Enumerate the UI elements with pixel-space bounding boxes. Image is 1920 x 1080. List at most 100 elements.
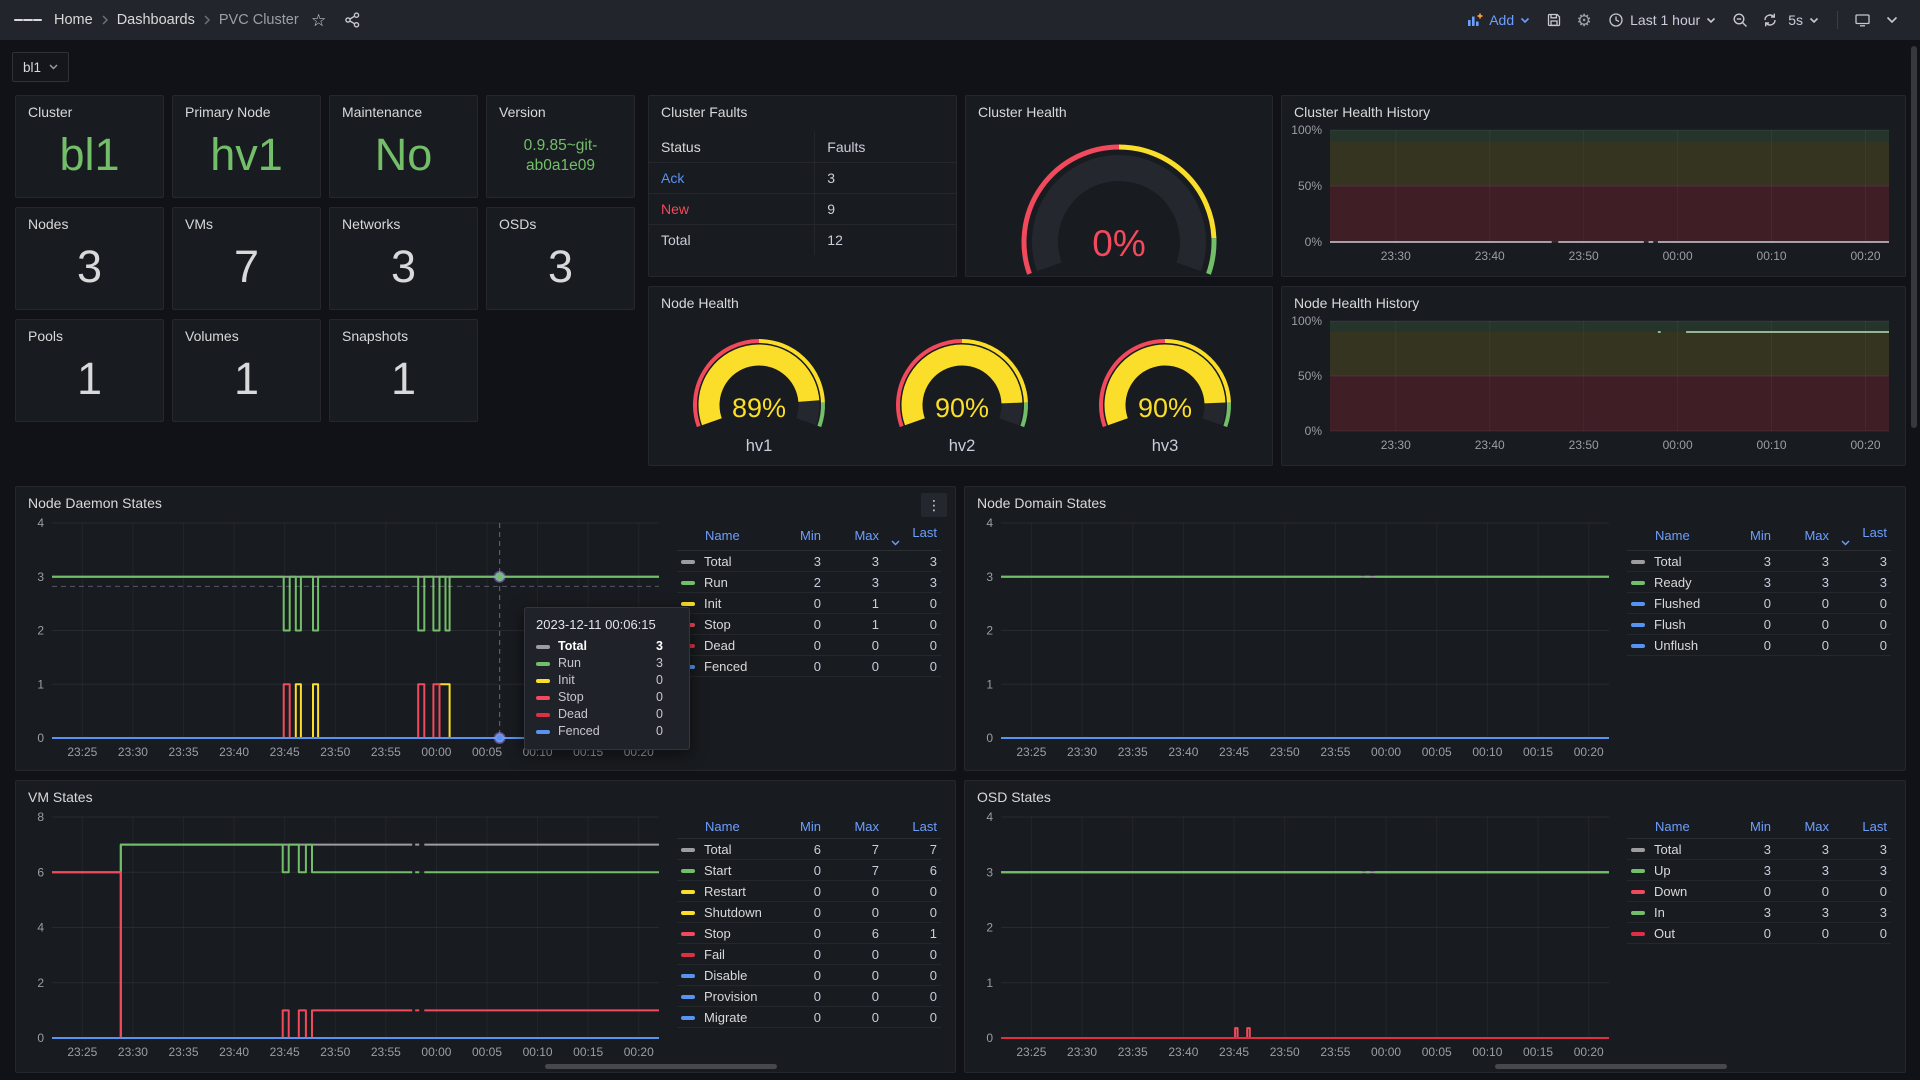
node-health-history-plot[interactable]: 0%50%100%23:3023:4023:5000:0000:1000:20 bbox=[1282, 287, 1905, 465]
add-button[interactable]: Add bbox=[1458, 8, 1538, 32]
legend-col-name[interactable]: Name bbox=[1627, 523, 1717, 551]
zoom-out-time-icon[interactable] bbox=[1726, 6, 1754, 34]
legend-series-name[interactable]: In bbox=[1627, 902, 1717, 923]
panel-menu-icon[interactable]: ⋮ bbox=[921, 493, 947, 517]
cluster-health-history-plot[interactable]: 0%50%100%23:3023:4023:5000:0000:1000:20 bbox=[1282, 96, 1905, 276]
svg-text:23:50: 23:50 bbox=[320, 745, 350, 759]
panel-title: Node Domain States bbox=[977, 494, 1106, 512]
series-label: Unflush bbox=[1654, 638, 1698, 653]
star-icon[interactable]: ☆ bbox=[305, 6, 333, 34]
legend-series-name[interactable]: Restart bbox=[677, 881, 767, 902]
legend-col-name[interactable]: Name bbox=[677, 523, 767, 551]
legend-col-max[interactable]: Max bbox=[825, 817, 883, 839]
legend-min: 3 bbox=[1717, 860, 1775, 881]
legend-row: Total333 bbox=[1627, 839, 1891, 860]
time-range-picker[interactable]: Last 1 hour bbox=[1600, 8, 1724, 32]
legend-max: 3 bbox=[1775, 551, 1833, 572]
fault-status[interactable]: Total bbox=[649, 225, 815, 256]
legend-col-min[interactable]: Min bbox=[1717, 817, 1775, 839]
legend-scrollbar-thumb[interactable] bbox=[1495, 1064, 1727, 1069]
legend-col-name[interactable]: Name bbox=[1627, 817, 1717, 839]
legend-series-name[interactable]: Total bbox=[1627, 839, 1717, 860]
svg-text:2: 2 bbox=[37, 624, 44, 638]
legend-last: 3 bbox=[883, 572, 941, 593]
panel-title: Node Health bbox=[661, 294, 739, 312]
legend-series-name[interactable]: Fenced bbox=[677, 656, 767, 677]
legend-series-name[interactable]: Shutdown bbox=[677, 902, 767, 923]
legend-max: 7 bbox=[825, 839, 883, 860]
legend-scrollbar-thumb[interactable] bbox=[545, 1064, 777, 1069]
legend-series-name[interactable]: Disable bbox=[677, 965, 767, 986]
legend-series-name[interactable]: Ready bbox=[1627, 572, 1717, 593]
panel-title: Volumes bbox=[185, 327, 239, 345]
legend-max: 1 bbox=[825, 593, 883, 614]
legend-col-min[interactable]: Min bbox=[767, 817, 825, 839]
series-color-swatch bbox=[536, 679, 550, 683]
legend-col-min[interactable]: Min bbox=[767, 523, 825, 551]
legend-series-name[interactable]: Down bbox=[1627, 881, 1717, 902]
legend-max: 0 bbox=[1775, 593, 1833, 614]
panel-node-health-history: Node Health History0%50%100%23:3023:4023… bbox=[1281, 286, 1906, 466]
legend-series-name[interactable]: Total bbox=[1627, 551, 1717, 572]
svg-text:00:10: 00:10 bbox=[1472, 745, 1502, 759]
legend-min: 0 bbox=[767, 860, 825, 881]
dashboard-settings-icon[interactable]: ⚙ bbox=[1570, 6, 1598, 34]
legend-series-name[interactable]: Unflush bbox=[1627, 635, 1717, 656]
legend-row: Disable000 bbox=[677, 965, 941, 986]
navbar-chevron-down-icon[interactable] bbox=[1878, 6, 1906, 34]
menu-toggle-icon[interactable] bbox=[14, 6, 42, 34]
legend-series-name[interactable]: Total bbox=[677, 839, 767, 860]
svg-text:4: 4 bbox=[986, 516, 993, 530]
legend-col-last[interactable]: Last bbox=[1833, 523, 1891, 551]
legend-col-max[interactable]: Max bbox=[1775, 523, 1833, 551]
legend-series-name[interactable]: Stop bbox=[677, 614, 767, 635]
save-dashboard-icon[interactable] bbox=[1540, 6, 1568, 34]
variable-selector-bl1[interactable]: bl1 bbox=[12, 52, 69, 82]
legend-col-last[interactable]: Last bbox=[883, 817, 941, 839]
svg-text:23:40: 23:40 bbox=[1168, 745, 1198, 759]
legend-series-name[interactable]: Migrate bbox=[677, 1007, 767, 1028]
svg-text:00:10: 00:10 bbox=[1472, 1045, 1502, 1059]
legend-min: 0 bbox=[767, 656, 825, 677]
breadcrumb-home[interactable]: Home bbox=[54, 12, 93, 28]
legend-series-name[interactable]: Total bbox=[677, 551, 767, 572]
stat-value: 7 bbox=[177, 234, 316, 301]
legend-series-name[interactable]: Run bbox=[677, 572, 767, 593]
legend-series-name[interactable]: Start bbox=[677, 860, 767, 881]
legend-series-name[interactable]: Fail bbox=[677, 944, 767, 965]
legend-series-name[interactable]: Stop bbox=[677, 923, 767, 944]
legend-series-name[interactable]: Init bbox=[677, 593, 767, 614]
share-icon[interactable] bbox=[339, 6, 367, 34]
legend-col-last[interactable]: Last bbox=[1833, 817, 1891, 839]
legend-series-name[interactable]: Dead bbox=[677, 635, 767, 656]
series-color-swatch bbox=[1631, 560, 1645, 564]
legend-col-max[interactable]: Max bbox=[825, 523, 883, 551]
legend-max: 0 bbox=[825, 902, 883, 923]
refresh-icon[interactable] bbox=[1756, 6, 1784, 34]
legend-last: 3 bbox=[1833, 839, 1891, 860]
fault-status[interactable]: Ack bbox=[649, 163, 815, 194]
svg-text:23:30: 23:30 bbox=[1067, 1045, 1097, 1059]
legend-series-name[interactable]: Flushed bbox=[1627, 593, 1717, 614]
svg-text:00:00: 00:00 bbox=[1371, 1045, 1401, 1059]
legend-col-name[interactable]: Name bbox=[677, 817, 767, 839]
svg-text:2: 2 bbox=[37, 976, 44, 990]
breadcrumb-dashboards[interactable]: Dashboards bbox=[117, 12, 195, 28]
legend-col-min[interactable]: Min bbox=[1717, 523, 1775, 551]
svg-text:23:30: 23:30 bbox=[1381, 249, 1411, 263]
refresh-interval-picker[interactable]: 5s bbox=[1786, 8, 1827, 32]
legend-series-name[interactable]: Provision bbox=[677, 986, 767, 1007]
legend-series-name[interactable]: Up bbox=[1627, 860, 1717, 881]
svg-text:23:35: 23:35 bbox=[169, 745, 199, 759]
legend-last: 0 bbox=[883, 1007, 941, 1028]
page-scrollbar-thumb[interactable] bbox=[1911, 46, 1917, 428]
series-label: Out bbox=[1654, 926, 1675, 941]
panel-stat-volumes: Volumes1 bbox=[172, 319, 321, 422]
legend-col-max[interactable]: Max bbox=[1775, 817, 1833, 839]
legend-col-last[interactable]: Last bbox=[883, 523, 941, 551]
legend-series-name[interactable]: Out bbox=[1627, 923, 1717, 944]
legend-series-name[interactable]: Flush bbox=[1627, 614, 1717, 635]
fault-status[interactable]: New bbox=[649, 194, 815, 225]
tv-mode-icon[interactable] bbox=[1848, 6, 1876, 34]
svg-text:1: 1 bbox=[986, 677, 993, 691]
